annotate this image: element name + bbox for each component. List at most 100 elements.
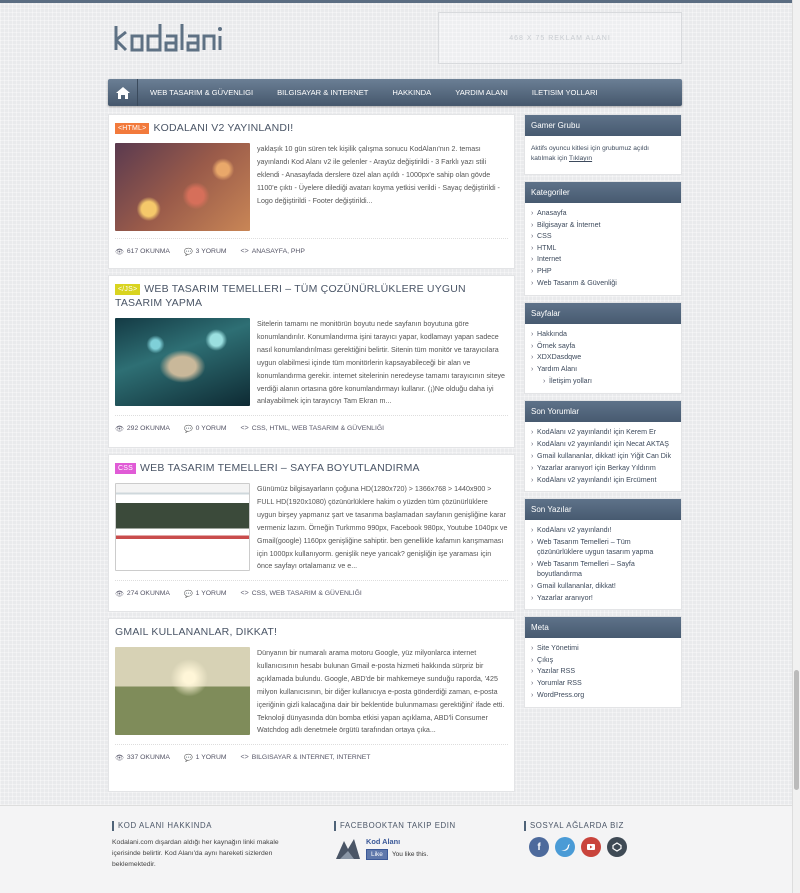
widget-categories: Kategoriler Anasayfa Bilgisayar & İntern… [524,181,682,297]
widget-title: Meta [525,617,681,639]
main-nav: WEB TASARIM & GÜVENLIGI BILGISAYAR & INT… [108,79,682,106]
sidebar: Gamer Grubu Aktifs oyuncu kitlesi için g… [524,114,682,714]
category-links[interactable]: ANASAYFA, PHP [252,248,305,255]
comment-link[interactable]: KodAlanı v2 yayınlandı! için Kerem Er [531,427,675,437]
subpage-link[interactable]: İletişim yolları [531,376,675,388]
comments-link[interactable]: 1 YORUM [196,754,227,761]
category-link[interactable]: PHP [531,266,675,278]
code-icon: <> [240,754,249,762]
eye-icon: 👁 [115,248,124,256]
comment-icon: 💬 [183,590,193,598]
code-icon: <> [240,590,249,598]
nav-hakkinda[interactable]: HAKKINDA [380,79,443,106]
comment-link[interactable]: KodAlanı v2 yayınlandı! için Necat AKTAŞ [531,439,675,449]
fb-like-button[interactable]: Like [366,849,388,860]
category-links[interactable]: BILGISAYAR & INTERNET, INTERNET [252,754,371,761]
footer-title: FACEBOOKTAN TAKIP EDIN [334,821,456,831]
meta-link[interactable]: Yazılar RSS [531,666,675,678]
code-icon: <> [240,425,249,433]
post-title[interactable]: <HTML> KODALANI V2 YAYINLANDI! [115,121,508,135]
category-links[interactable]: CSS, WEB TASARIM & GÜVENLIĞI [252,590,362,597]
post-thumbnail[interactable] [115,143,250,231]
comment-icon: 💬 [183,754,193,762]
post-card: CSS WEB TASARIM TEMELLERI – SAYFA BOYUTLA… [108,454,515,612]
meta-link[interactable]: Site Yönetimi [531,643,675,655]
comment-link[interactable]: KodAlanı v2 yayınlandı! için Ercüment [531,475,675,485]
footer-title: SOSYAL AĞLARDA BIZ [524,821,627,831]
comment-icon: 💬 [183,248,193,256]
footer-about-text: Kodalani.com dışardan aldığı her kaynağı… [112,839,279,868]
nav-yardim[interactable]: YARDIM ALANI [443,79,520,106]
widget-title: Sayfalar [525,303,681,325]
post-excerpt: Günümüz bilgisayarların çoğuna HD(1280x7… [257,485,508,571]
page-link[interactable]: Örnek sayfa [531,341,675,353]
category-link[interactable]: Bilgisayar & İnternet [531,220,675,232]
post-title[interactable]: GMAIL KULLANANLAR, DIKKAT! [115,625,508,639]
post-thumbnail[interactable] [115,483,250,571]
page-link[interactable]: XDXDasdqwe [531,352,675,364]
ad-banner[interactable]: 468 X 75 REKLAM ALANI [438,12,682,64]
home-icon[interactable] [108,79,138,106]
fb-like-text: You like this. [391,851,429,858]
comment-icon: 💬 [183,425,193,433]
post-meta: 👁 617 OKUNMA 💬 3 YORUM <> ANASAYFA, PHP [115,238,508,264]
nav-iletisim[interactable]: ILETISIM YOLLARI [520,79,610,106]
widget-title: Gamer Grubu [525,115,681,136]
footer-facebook: FACEBOOKTAN TAKIP EDIN Kod Alanı Like Yo… [334,821,456,861]
post-meta: 👁 274 OKUNMA 💬 1 YORUM <> CSS, WEB TASARIM … [115,580,508,606]
scrollbar[interactable] [792,0,800,893]
twitter-icon[interactable] [555,837,575,857]
post-tag: <HTML> [115,123,150,134]
recent-post-link[interactable]: Web Tasarım Temelleri – Tüm çözünürlükle… [531,537,675,557]
post-title[interactable]: CSS WEB TASARIM TEMELLERI – SAYFA BOYUTLA… [115,461,508,475]
fb-page-name[interactable]: Kod Alanı [366,837,428,846]
post-meta: 👁 292 OKUNMA 💬 0 YORUM <> CSS, HTML, WEB TA… [115,415,508,441]
widget-comments: Son Yorumlar KodAlanı v2 yayınlandı! içi… [524,400,682,493]
recent-post-link[interactable]: Yazarlar aranıyor! [531,593,675,603]
meta-link[interactable]: WordPress.org [531,690,675,702]
meta-link[interactable]: Yorumlar RSS [531,678,675,690]
category-links[interactable]: CSS, HTML, WEB TASARIM & GÜVENLIĞI [252,425,384,432]
comments-link[interactable]: 1 YORUM [196,590,227,597]
comments-link[interactable]: 0 YORUM [196,425,227,432]
post-thumbnail[interactable] [115,318,250,406]
category-link[interactable]: Internet [531,254,675,266]
page-link[interactable]: Yardım Alanı [531,364,675,376]
nav-bilgisayar[interactable]: BILGISAYAR & INTERNET [265,79,380,106]
recent-post-link[interactable]: Gmail kullananlar, dikkat! [531,581,675,591]
category-link[interactable]: CSS [531,231,675,243]
widget-title: Kategoriler [525,182,681,203]
post-excerpt: yaklaşık 10 gün süren tek kişilik çalışm… [257,145,500,205]
eye-icon: 👁 [115,590,124,598]
recent-post-link[interactable]: Web Tasarım Temelleri – Sayfa boyutlandı… [531,559,675,579]
comments-link[interactable]: 3 YORUM [196,248,227,255]
post-tag: </JS> [115,284,141,295]
code-icon: <> [240,248,249,255]
category-link[interactable]: HTML [531,243,675,255]
post-tag: CSS [115,463,136,474]
comment-link[interactable]: Yazarlar aranıyor! için Berkay Yıldırım [531,463,675,473]
facebook-icon[interactable]: f [529,837,549,857]
post-excerpt: Sitelerin tamamı ne monitörün boyutu ned… [257,320,506,406]
post-thumbnail[interactable] [115,647,250,735]
gamer-join-link[interactable]: Tıklayın [569,155,592,162]
category-link[interactable]: Anasayfa [531,208,675,220]
recent-post-link[interactable]: KodAlanı v2 yayınlandı! [531,525,675,535]
widget-meta: Meta Site Yönetimi Çıkış Yazılar RSS Yor… [524,616,682,709]
youtube-icon[interactable] [581,837,601,857]
share-icon[interactable] [607,837,627,857]
meta-link[interactable]: Çıkış [531,655,675,667]
footer-title: KOD ALANI HAKKINDA [112,821,292,831]
category-link[interactable]: Web Tasarım & Güvenliği [531,278,675,290]
widget-title: Son Yorumlar [525,401,681,423]
nav-web-tasarim[interactable]: WEB TASARIM & GÜVENLIGI [138,79,265,106]
site-logo[interactable] [112,18,262,58]
footer-about: KOD ALANI HAKKINDA Kodalani.com dışardan… [112,821,292,870]
page-link[interactable]: Hakkında [531,329,675,341]
comment-link[interactable]: Gmail kullananlar, dikkat! için Yiğit Ca… [531,451,675,461]
post-list: <HTML> KODALANI V2 YAYINLANDI! yaklaşık 1… [108,114,515,798]
eye-icon: 👁 [115,754,124,762]
post-meta: 👁 337 OKUNMA 💬 1 YORUM <> BILGISAYAR & INTE… [115,744,508,770]
post-title[interactable]: </JS> WEB TASARIM TEMELLERI – TÜM ÇOZÜNÜR… [115,282,508,310]
scrollbar-thumb[interactable] [794,670,799,790]
